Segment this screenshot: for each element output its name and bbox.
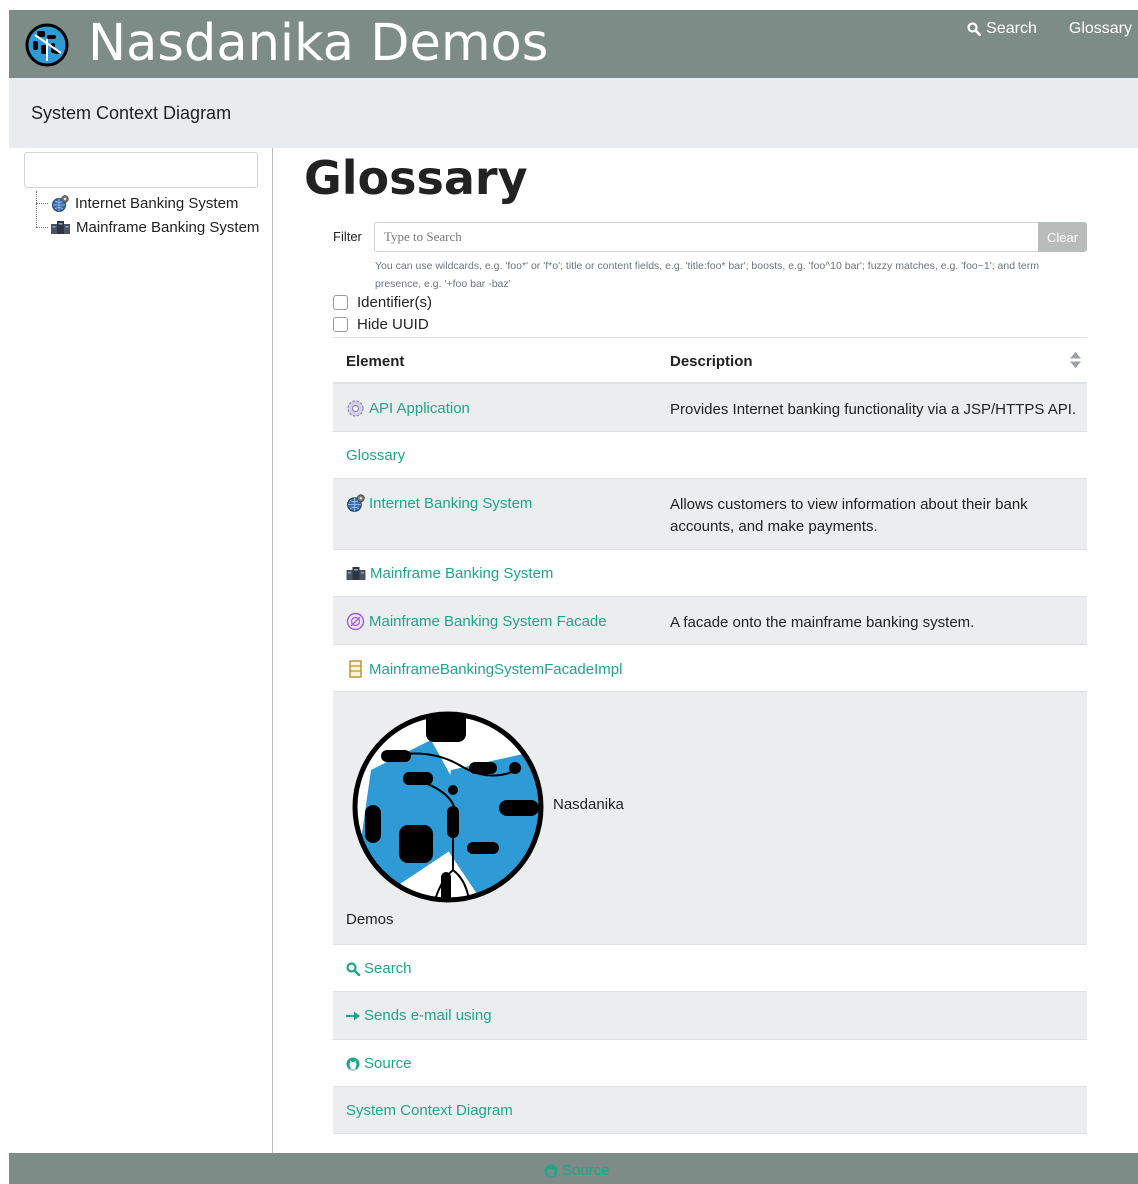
table-header: Element Description xyxy=(333,338,1087,384)
breadcrumb-bar: System Context Diagram xyxy=(9,78,1138,148)
footer-source-label: Source xyxy=(562,1162,610,1179)
site-footer: Source xyxy=(9,1153,1138,1184)
element-link-mainframe-banking-system-facade-impl[interactable]: MainframeBankingSystemFacadeImpl xyxy=(346,660,622,678)
github-icon xyxy=(544,1164,558,1177)
table-row: Search xyxy=(333,945,1087,992)
nav-search-label: Search xyxy=(986,20,1037,37)
class-icon xyxy=(346,660,365,678)
element-label: Search xyxy=(364,960,412,977)
server-icon xyxy=(346,567,366,580)
element-label: System Context Diagram xyxy=(346,1102,513,1119)
column-header-description[interactable]: Description xyxy=(670,353,753,370)
checkbox-box[interactable] xyxy=(333,295,348,310)
site-title[interactable]: Nasdanika Demos xyxy=(88,14,548,74)
site-header: Nasdanika Demos Search Glossary xyxy=(9,10,1138,78)
element-label: Mainframe Banking System xyxy=(370,565,554,582)
breadcrumb: System Context Diagram xyxy=(31,103,232,123)
table-row: Mainframe Banking System Facade A facade… xyxy=(333,597,1087,645)
nav-search[interactable]: Search xyxy=(967,20,1037,38)
checkbox-box[interactable] xyxy=(333,317,348,332)
element-description: A facade onto the mainframe banking syst… xyxy=(670,614,975,631)
element-label: Glossary xyxy=(346,447,406,464)
sort-icon[interactable] xyxy=(1070,352,1081,368)
globe-gear-icon xyxy=(346,494,365,512)
navigation-tree: Internet Banking System Mainframe Bankin… xyxy=(34,191,259,239)
tree-item-internet-banking-system[interactable]: Internet Banking System xyxy=(34,191,259,215)
table-row: Source xyxy=(333,1040,1087,1087)
element-link-sends-email-using[interactable]: Sends e-mail using xyxy=(346,1007,492,1024)
table-row: Sends e-mail using xyxy=(333,992,1087,1040)
filter-label: Filter xyxy=(333,229,362,244)
hide-uuid-checkbox[interactable]: Hide UUID xyxy=(333,316,429,333)
main-content: Glossary Filter Clear You can use wildca… xyxy=(274,148,1138,1153)
column-header-element[interactable]: Element xyxy=(346,353,404,370)
nav-glossary-label: Glossary xyxy=(1068,20,1132,37)
page-title: Glossary xyxy=(304,151,528,205)
gear-icon xyxy=(346,399,365,418)
logo-caption: Nasdanika xyxy=(553,796,624,813)
table-row: Internet Banking System Allows customers… xyxy=(333,479,1087,550)
search-icon xyxy=(346,961,360,976)
filter-help-text: You can use wildcards, e.g. 'foo*' or 'f… xyxy=(375,260,1039,290)
search-icon xyxy=(967,22,982,36)
server-icon xyxy=(51,220,70,234)
element-label: MainframeBankingSystemFacadeImpl xyxy=(369,660,623,678)
checkbox-label: Hide UUID xyxy=(357,316,429,333)
element-label: Source xyxy=(364,1055,412,1072)
tree-item-label: Internet Banking System xyxy=(75,194,239,212)
element-link-glossary[interactable]: Glossary xyxy=(346,447,405,464)
element-label: Internet Banking System xyxy=(369,494,533,512)
nasdanika-logo-icon[interactable] xyxy=(351,710,545,904)
checkbox-label: Identifier(s) xyxy=(357,294,433,311)
nav-glossary[interactable]: Glossary xyxy=(1069,20,1132,38)
identifiers-checkbox[interactable]: Identifier(s) xyxy=(333,294,432,311)
element-description: Provides Internet banking functionality … xyxy=(670,401,1077,418)
clear-button[interactable]: Clear xyxy=(1038,222,1087,252)
nasdanika-logo-icon[interactable] xyxy=(25,23,69,67)
tree-search-input[interactable] xyxy=(24,152,258,188)
element-label: Mainframe Banking System Facade xyxy=(369,613,607,630)
table-row: Glossary xyxy=(333,432,1087,479)
element-label: Demos xyxy=(346,911,394,928)
element-link-search[interactable]: Search xyxy=(346,960,412,977)
element-link-mainframe-banking-system-facade[interactable]: Mainframe Banking System Facade xyxy=(346,612,607,631)
element-link-system-context-diagram[interactable]: System Context Diagram xyxy=(346,1102,513,1119)
filter-input[interactable] xyxy=(374,222,1039,252)
element-description: Allows customers to view information abo… xyxy=(670,496,1028,535)
element-link-internet-banking-system[interactable]: Internet Banking System xyxy=(346,494,532,512)
footer-source-link[interactable]: Source xyxy=(544,1162,610,1179)
sidebar: Internet Banking System Mainframe Bankin… xyxy=(9,148,273,1153)
table-row: System Context Diagram xyxy=(333,1087,1087,1134)
tree-item-mainframe-banking-system[interactable]: Mainframe Banking System xyxy=(34,215,259,239)
element-label: Sends e-mail using xyxy=(364,1007,492,1024)
github-icon xyxy=(346,1057,360,1071)
element-link-mainframe-banking-system[interactable]: Mainframe Banking System xyxy=(346,565,553,582)
element-link-source[interactable]: Source xyxy=(346,1055,412,1072)
top-nav: Search Glossary xyxy=(967,18,1132,40)
table-row: Nasdanika Demos xyxy=(333,692,1087,945)
tree-item-label: Mainframe Banking System xyxy=(76,218,260,236)
table-row: Mainframe Banking System xyxy=(333,550,1087,597)
globe-gear-icon xyxy=(51,194,69,212)
arrow-right-icon xyxy=(346,1011,360,1021)
element-label: API Application xyxy=(369,400,470,417)
table-row: MainframeBankingSystemFacadeImpl xyxy=(333,645,1087,692)
element-link-api-application[interactable]: API Application xyxy=(346,399,470,418)
table-row: API Application Provides Internet bankin… xyxy=(333,384,1087,432)
glossary-table: Element Description API Application Prov… xyxy=(333,337,1087,1134)
facade-icon xyxy=(346,612,365,631)
